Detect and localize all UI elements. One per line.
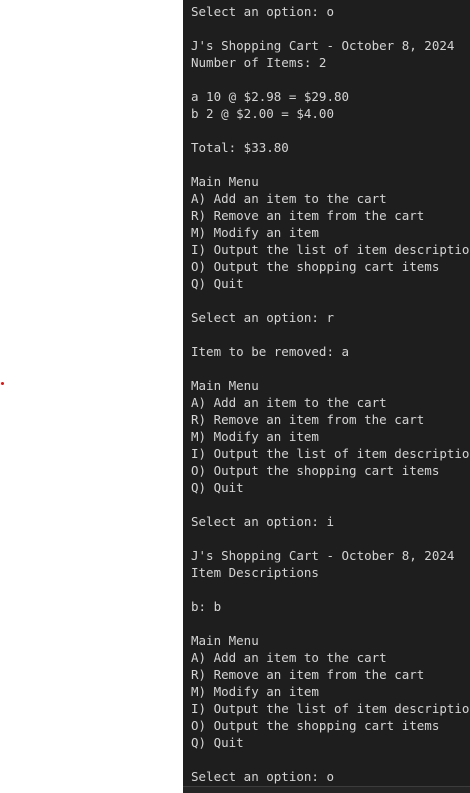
terminal-line: b: b	[191, 599, 222, 614]
terminal-line: J's Shopping Cart - October 8, 2024	[191, 38, 455, 53]
terminal-line: O) Output the shopping cart items	[191, 259, 440, 274]
terminal-line: I) Output the list of item descriptions	[191, 242, 470, 257]
terminal-line: O) Output the shopping cart items	[191, 463, 440, 478]
terminal-line: Item Descriptions	[191, 565, 319, 580]
terminal-line: Main Menu	[191, 378, 259, 393]
terminal-line: M) Modify an item	[191, 225, 319, 240]
terminal-line: I) Output the list of item descriptions	[191, 446, 470, 461]
terminal-line: R) Remove an item from the cart	[191, 412, 425, 427]
terminal-line: Select an option: o	[191, 4, 334, 19]
terminal-line: A) Add an item to the cart	[191, 395, 387, 410]
terminal-line: M) Modify an item	[191, 429, 319, 444]
terminal-line: Select an option: r	[191, 310, 334, 325]
terminal-line: Q) Quit	[191, 735, 244, 750]
terminal-line: Q) Quit	[191, 276, 244, 291]
terminal-line: R) Remove an item from the cart	[191, 208, 425, 223]
terminal-line: Select an option: o	[191, 769, 334, 784]
terminal-bottom-edge	[183, 786, 470, 793]
terminal-line: Number of Items: 2	[191, 55, 327, 70]
terminal-line: Item to be removed: a	[191, 344, 350, 359]
terminal-output[interactable]: Select an option: o J's Shopping Cart - O…	[183, 0, 470, 793]
terminal-line: Total: $33.80	[191, 140, 289, 155]
terminal-line: M) Modify an item	[191, 684, 319, 699]
terminal-line: J's Shopping Cart - October 8, 2024	[191, 548, 455, 563]
page: Select an option: o J's Shopping Cart - O…	[0, 0, 470, 793]
terminal-line: b 2 @ $2.00 = $4.00	[191, 106, 334, 121]
terminal-line: Main Menu	[191, 633, 259, 648]
terminal-line: Main Menu	[191, 174, 259, 189]
marker-dot	[1, 382, 4, 385]
terminal-line: Select an option: i	[191, 514, 334, 529]
terminal-line: a 10 @ $2.98 = $29.80	[191, 89, 350, 104]
terminal-line: Q) Quit	[191, 480, 244, 495]
terminal-line: R) Remove an item from the cart	[191, 667, 425, 682]
terminal-line: A) Add an item to the cart	[191, 650, 387, 665]
terminal-line: I) Output the list of item descriptions	[191, 701, 470, 716]
terminal-line: O) Output the shopping cart items	[191, 718, 440, 733]
terminal-line: A) Add an item to the cart	[191, 191, 387, 206]
